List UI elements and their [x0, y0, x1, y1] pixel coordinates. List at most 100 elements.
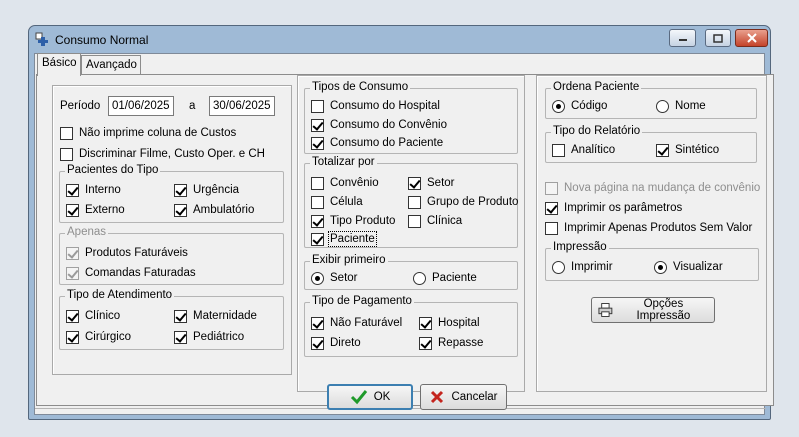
- interno-checkbox[interactable]: Interno: [66, 183, 121, 197]
- nao-faturavel-checkbox[interactable]: Não Faturável: [311, 316, 402, 330]
- pagamento-direto-checkbox[interactable]: Direto: [311, 336, 361, 350]
- checkbox-label: Não Faturável: [330, 317, 403, 329]
- tipo-relatorio-title: Tipo do Relatório: [551, 125, 643, 137]
- radio-circle: [656, 99, 669, 113]
- comandas-faturadas-checkbox[interactable]: Comandas Faturadas: [66, 266, 196, 280]
- checkbox-box: [60, 126, 73, 140]
- tab-basico-label: Básico: [42, 57, 77, 69]
- nao-imprime-custos-checkbox[interactable]: Não imprime coluna de Custos: [60, 126, 236, 140]
- maximize-button[interactable]: [705, 29, 731, 47]
- checkbox-box: [545, 221, 558, 235]
- consumo-convenio-checkbox[interactable]: Consumo do Convênio: [311, 118, 447, 132]
- visualizar-radio[interactable]: Visualizar: [654, 260, 723, 274]
- tipos-consumo-title: Tipos de Consumo: [310, 81, 411, 93]
- consumo-hospital-checkbox[interactable]: Consumo do Hospital: [311, 99, 440, 113]
- opcoes-impressao-button[interactable]: Opções Impressão: [591, 297, 715, 323]
- nova-pagina-checkbox[interactable]: Nova página na mudança de convênio: [545, 181, 760, 195]
- tab-avancado[interactable]: Avançado: [81, 55, 141, 75]
- radio-label: Setor: [330, 272, 358, 284]
- clinico-checkbox[interactable]: Clínico: [66, 309, 120, 323]
- totalizar-celula-checkbox[interactable]: Célula: [311, 195, 363, 209]
- checkbox-box: [656, 143, 669, 157]
- analitico-checkbox[interactable]: Analítico: [552, 143, 615, 157]
- checkbox-box: [66, 203, 79, 217]
- checkbox-label: Comandas Faturadas: [85, 267, 196, 279]
- totalizar-convenio-checkbox[interactable]: Convênio: [311, 176, 379, 190]
- periodo-start-input[interactable]: [108, 96, 174, 116]
- checkbox-label: Analítico: [571, 144, 616, 156]
- tab-basico[interactable]: Básico: [37, 53, 81, 76]
- pagamento-hospital-checkbox[interactable]: Hospital: [419, 316, 480, 330]
- checkbox-label: Consumo do Paciente: [330, 137, 444, 149]
- checkbox-box: [311, 195, 324, 209]
- checkbox-label: Não imprime coluna de Custos: [79, 127, 237, 139]
- apenas-title: Apenas: [65, 226, 109, 238]
- tipo-relatorio-group: Tipo do Relatório Analítico Sintético: [545, 125, 757, 163]
- consumo-normal-window: Consumo Normal Básico Avançado Período a: [28, 25, 774, 420]
- consumo-paciente-checkbox[interactable]: Consumo do Paciente: [311, 136, 443, 150]
- ambulatorio-checkbox[interactable]: Ambulatório: [174, 203, 254, 217]
- apenas-group: Apenas Produtos Faturáveis Comandas Fatu…: [59, 226, 284, 285]
- checkbox-box: [66, 266, 79, 280]
- pacientes-tipo-title: Pacientes do Tipo: [65, 164, 161, 176]
- ok-button[interactable]: OK: [327, 384, 413, 410]
- totalizar-setor-checkbox[interactable]: Setor: [408, 176, 455, 190]
- radio-label: Imprimir: [571, 261, 613, 273]
- checkbox-label: Grupo de Produto: [427, 196, 519, 208]
- x-icon: [431, 390, 444, 404]
- ordena-codigo-radio[interactable]: Código: [552, 99, 607, 113]
- discriminar-filme-checkbox[interactable]: Discriminar Filme, Custo Oper. e CH: [60, 147, 265, 161]
- radio-circle: [654, 260, 667, 274]
- printer-icon: [598, 303, 613, 317]
- pediatrico-checkbox[interactable]: Pediátrico: [174, 330, 244, 344]
- checkbox-label: Repasse: [438, 337, 484, 349]
- exibir-primeiro-group: Exibir primeiro Setor Paciente: [304, 254, 518, 290]
- totalizar-tipo-produto-checkbox[interactable]: Tipo Produto: [311, 214, 395, 228]
- totalizar-group: Totalizar por Convênio Setor Célula Grup…: [304, 156, 518, 248]
- checkbox-box: [552, 143, 565, 157]
- checkbox-label: Produtos Faturáveis: [85, 247, 188, 259]
- cancel-button[interactable]: Cancelar: [420, 384, 507, 410]
- checkbox-label: Convênio: [330, 177, 379, 189]
- checkbox-label: Consumo do Hospital: [330, 100, 440, 112]
- checkbox-label: Pediátrico: [193, 331, 245, 343]
- cancel-label: Cancelar: [451, 391, 498, 403]
- checkbox-box: [408, 195, 421, 209]
- totalizar-paciente-checkbox[interactable]: Paciente: [311, 231, 377, 247]
- ordena-nome-radio[interactable]: Nome: [656, 99, 706, 113]
- totalizar-clinica-checkbox[interactable]: Clínica: [408, 214, 462, 228]
- checkbox-label: Maternidade: [193, 310, 257, 322]
- exibir-paciente-radio[interactable]: Paciente: [413, 271, 477, 285]
- exibir-setor-radio[interactable]: Setor: [311, 271, 358, 285]
- maternidade-checkbox[interactable]: Maternidade: [174, 309, 257, 323]
- sintetico-checkbox[interactable]: Sintético: [656, 143, 719, 157]
- produtos-faturaveis-checkbox[interactable]: Produtos Faturáveis: [66, 246, 188, 260]
- cirurgico-checkbox[interactable]: Cirúrgico: [66, 330, 131, 344]
- periodo-end-input[interactable]: [209, 96, 275, 116]
- close-button[interactable]: [735, 29, 768, 47]
- checkbox-box: [66, 309, 79, 323]
- radio-circle: [413, 271, 426, 285]
- checkbox-label: Imprimir os parâmetros: [564, 202, 683, 214]
- title-bar[interactable]: Consumo Normal: [29, 26, 770, 53]
- totalizar-grupo-produto-checkbox[interactable]: Grupo de Produto: [408, 195, 518, 209]
- tab-panel-basico: Período a Não imprime coluna de Custos D…: [36, 74, 774, 406]
- minimize-button[interactable]: [669, 29, 696, 47]
- imprimir-radio[interactable]: Imprimir: [552, 260, 613, 274]
- radio-label: Nome: [675, 100, 706, 112]
- checkbox-label: Consumo do Convênio: [330, 119, 447, 131]
- urgencia-checkbox[interactable]: Urgência: [174, 183, 239, 197]
- checkbox-label: Urgência: [193, 184, 240, 196]
- checkbox-label: Tipo Produto: [330, 215, 396, 227]
- tipo-pagamento-group: Tipo de Pagamento Não Faturável Hospital…: [304, 295, 518, 357]
- checkbox-label: Direto: [330, 337, 361, 349]
- radio-label: Paciente: [432, 272, 477, 284]
- radio-circle: [552, 99, 565, 113]
- externo-checkbox[interactable]: Externo: [66, 203, 125, 217]
- checkbox-box: [311, 99, 324, 113]
- checkbox-box: [311, 214, 324, 228]
- pagamento-repasse-checkbox[interactable]: Repasse: [419, 336, 483, 350]
- checkbox-box: [408, 176, 421, 190]
- imprimir-sem-valor-checkbox[interactable]: Imprimir Apenas Produtos Sem Valor: [545, 221, 752, 235]
- imprimir-parametros-checkbox[interactable]: Imprimir os parâmetros: [545, 201, 682, 215]
